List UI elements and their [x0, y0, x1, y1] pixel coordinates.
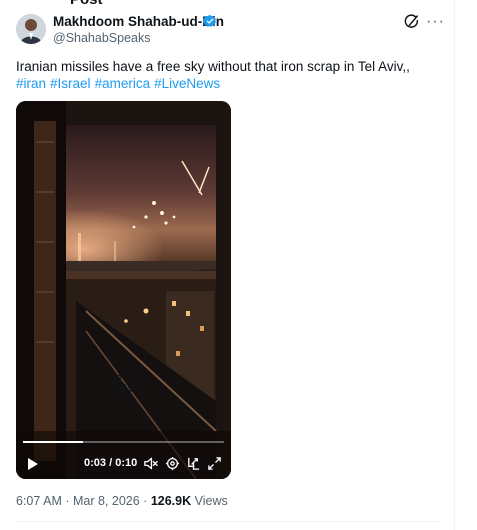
author-name[interactable]: Makhdoom Shahab-ud-Din	[53, 14, 224, 29]
hashtag-link[interactable]: #america	[95, 76, 151, 91]
video-time: 0:03 / 0:10	[84, 457, 137, 469]
settings-icon[interactable]	[165, 456, 180, 471]
time-separator: /	[106, 457, 116, 469]
timeline-border	[454, 0, 455, 530]
fullscreen-icon[interactable]	[207, 456, 222, 471]
hashtag-link[interactable]: #Israel	[50, 76, 91, 91]
volume-mute-icon[interactable]	[143, 456, 158, 471]
hashtag-link[interactable]: #LiveNews	[154, 76, 220, 91]
play-icon[interactable]	[27, 457, 39, 471]
meta-separator: ·	[61, 494, 73, 508]
post-date[interactable]: Mar 8, 2026	[73, 494, 140, 508]
current-time: 0:03	[84, 457, 107, 469]
views-label: Views	[191, 494, 228, 508]
duration: 0:10	[115, 457, 138, 469]
grok-icon[interactable]	[404, 14, 420, 30]
meta-separator: ·	[139, 494, 151, 508]
post-time[interactable]: 6:07 AM	[16, 494, 62, 508]
views-count: 126.9K	[150, 494, 192, 508]
video-progress-bar[interactable]	[23, 441, 224, 443]
verified-icon	[203, 14, 217, 27]
pip-icon[interactable]	[186, 456, 201, 471]
video-frame	[16, 101, 231, 479]
divider	[16, 521, 440, 522]
hashtag-link[interactable]: #iran	[16, 76, 46, 91]
video-controls: 0:03 / 0:10	[16, 451, 231, 477]
video-player[interactable]: 😱 0:03 / 0:10	[16, 101, 231, 479]
tweet-meta: 6:07 AM · Mar 8, 2026 · 126.9K Views	[16, 494, 228, 508]
page-header-cut: Post	[70, 0, 103, 8]
hashtag-list: #iran #Israel #america #LiveNews	[16, 74, 224, 93]
shocked-emoji: 😱	[112, 371, 135, 396]
more-icon[interactable]: ···	[426, 13, 445, 31]
video-progress-fill	[23, 441, 84, 443]
avatar[interactable]	[16, 14, 46, 44]
author-handle[interactable]: @ShahabSpeaks	[53, 31, 150, 45]
